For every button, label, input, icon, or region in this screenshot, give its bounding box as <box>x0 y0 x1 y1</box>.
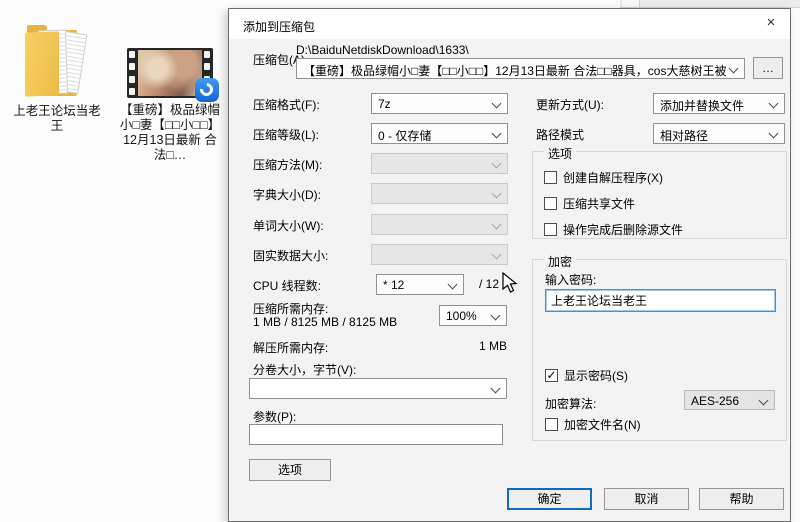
options-group-title: 选项 <box>544 145 577 162</box>
dictionary-combo <box>371 183 508 204</box>
checkbox-show-password[interactable]: ✓ 显示密码(S) <box>545 367 628 384</box>
checkbox-icon[interactable] <box>545 418 558 431</box>
folder-icon[interactable] <box>25 22 91 100</box>
checkbox-encrypt-filenames[interactable]: 加密文件名(N) <box>545 416 641 433</box>
chevron-down-icon <box>728 63 739 74</box>
background-window-edge <box>620 0 800 8</box>
chevron-down-icon <box>491 98 502 109</box>
checkbox-icon[interactable] <box>544 223 557 236</box>
parameters-label: 参数(P): <box>253 410 297 424</box>
chevron-down-icon <box>491 188 502 199</box>
cpu-threads-label: CPU 线程数: <box>253 279 322 293</box>
word-size-label: 单词大小(W): <box>253 219 324 233</box>
video-thumbnail <box>138 50 202 96</box>
word-size-combo <box>371 214 508 235</box>
archive-directory: D:\BaiduNetdiskDownload\1633\ <box>296 43 469 57</box>
ok-button[interactable]: 确定 <box>507 488 592 510</box>
path-mode-label: 路径模式 <box>536 128 585 142</box>
method-combo <box>371 153 508 174</box>
checkbox-create-sfx[interactable]: 创建自解压程序(X) <box>544 169 663 186</box>
cpu-threads-combo[interactable]: * 12 <box>376 274 464 295</box>
level-label: 压缩等级(L): <box>253 128 320 142</box>
memory-decompress-label: 解压所需内存: <box>253 341 329 355</box>
dictionary-label: 字典大小(D): <box>253 188 321 202</box>
video-file-label[interactable]: 【重磅】极品绿帽小□妻【□□小□□】12月13日最新 合法□… <box>118 103 222 163</box>
format-combo[interactable]: 7z <box>371 93 508 114</box>
format-label: 压缩格式(F): <box>253 98 320 112</box>
solid-block-combo <box>371 244 508 265</box>
checkbox-icon[interactable] <box>544 171 557 184</box>
video-file-icon[interactable] <box>127 48 219 102</box>
player-app-badge-icon <box>195 78 219 102</box>
archive-name-value: 【重磅】极品绿帽小□妻【□□小□□】12月13日最新 合法□□器具，cos大慈树… <box>303 64 726 78</box>
chevron-down-icon <box>490 310 501 321</box>
dialog-title: 添加到压缩包 <box>243 20 316 34</box>
chevron-down-icon <box>768 98 779 109</box>
solid-block-label: 固实数据大小: <box>253 249 329 263</box>
add-to-archive-dialog: 添加到压缩包 × 压缩包(A) D:\BaiduNetdiskDownload\… <box>228 8 791 522</box>
encryption-method-label: 加密算法: <box>545 397 597 411</box>
update-mode-label: 更新方式(U): <box>536 98 604 112</box>
checkbox-checked-icon[interactable]: ✓ <box>545 369 558 382</box>
checkbox-delete-after[interactable]: 操作完成后删除源文件 <box>544 221 683 238</box>
help-button[interactable]: 帮助 <box>699 488 784 510</box>
chevron-down-icon <box>447 279 458 290</box>
archive-name-combo[interactable]: 【重磅】极品绿帽小□妻【□□小□□】12月13日最新 合法□□器具，cos大慈树… <box>296 58 745 79</box>
chevron-down-icon <box>491 249 502 260</box>
parameters-input[interactable] <box>249 424 503 445</box>
checkbox-compress-shared[interactable]: 压缩共享文件 <box>544 195 635 212</box>
browse-button[interactable]: … <box>753 57 783 79</box>
memory-percent-combo[interactable]: 100% <box>439 305 507 326</box>
options-button[interactable]: 选项 <box>249 459 331 481</box>
close-icon[interactable]: × <box>756 9 786 37</box>
checkbox-icon[interactable] <box>544 197 557 210</box>
chevron-down-icon <box>758 395 769 406</box>
split-volume-label: 分卷大小，字节(V): <box>253 363 357 377</box>
memory-decompress-value: 1 MB <box>478 339 507 353</box>
level-combo[interactable]: 0 - 仅存储 <box>371 123 508 144</box>
update-mode-combo[interactable]: 添加并替换文件 <box>653 93 785 114</box>
cancel-button[interactable]: 取消 <box>604 488 689 510</box>
mouse-cursor-icon <box>502 272 518 293</box>
chevron-down-icon <box>491 128 502 139</box>
chevron-down-icon <box>491 219 502 230</box>
folder-label[interactable]: 上老王论坛当老王 <box>8 104 106 134</box>
encryption-group-title: 加密 <box>544 253 577 270</box>
password-input[interactable] <box>545 289 776 312</box>
chevron-down-icon <box>490 383 501 394</box>
encryption-method-combo[interactable]: AES-256 <box>684 390 775 410</box>
cpu-threads-max: / 12 <box>479 277 500 291</box>
method-label: 压缩方法(M): <box>253 158 323 172</box>
password-label: 输入密码: <box>545 273 597 287</box>
split-volume-combo[interactable] <box>249 378 507 399</box>
path-mode-combo[interactable]: 相对路径 <box>653 123 785 144</box>
chevron-down-icon <box>491 158 502 169</box>
dialog-titlebar: 添加到压缩包 × <box>229 9 790 39</box>
chevron-down-icon <box>768 128 779 139</box>
filmstrip-holes <box>129 51 136 95</box>
memory-compress-detail: 1 MB / 8125 MB / 8125 MB <box>253 315 398 329</box>
